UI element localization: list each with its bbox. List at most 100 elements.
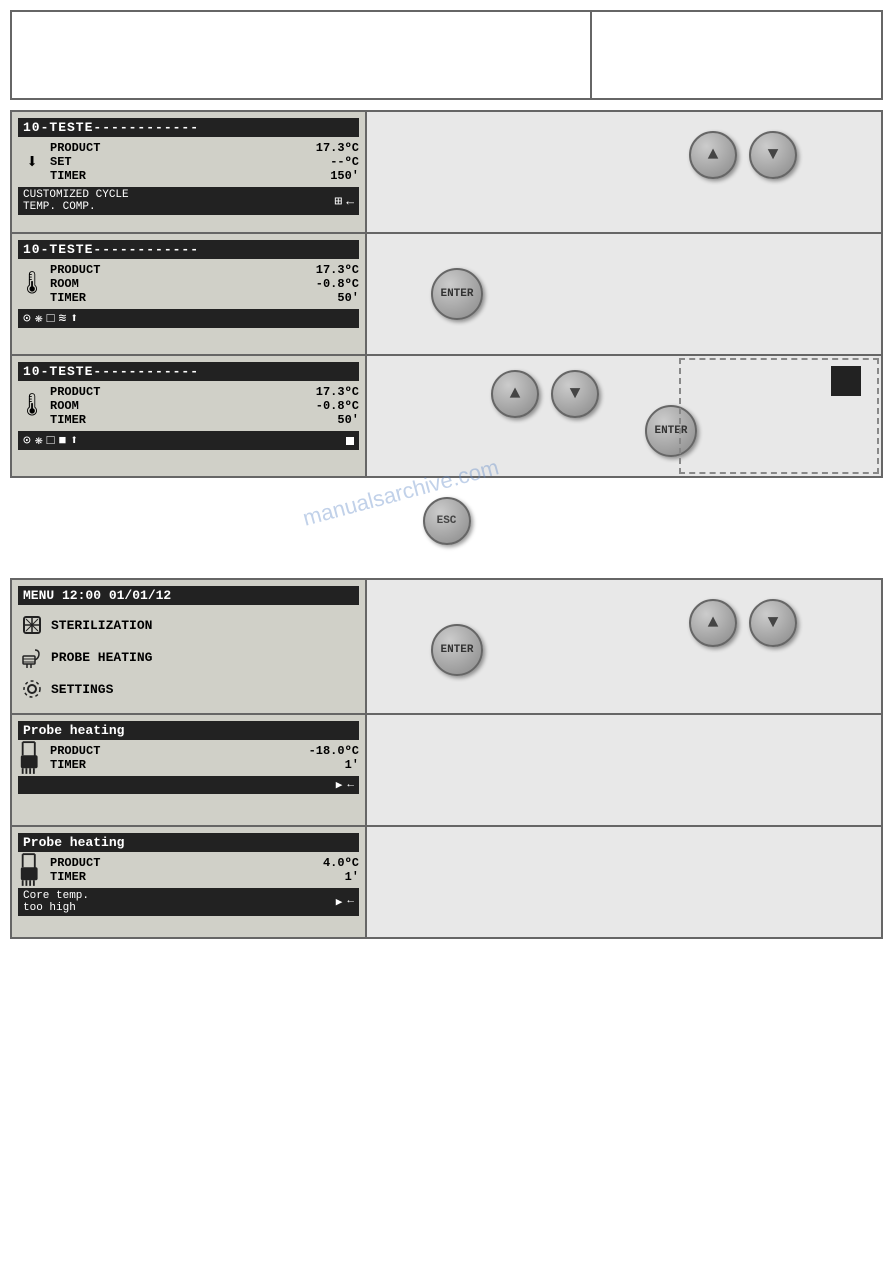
section2-footer: ⊙ ❋ □ ≋ ⬆ — [18, 309, 359, 328]
probe1-footer: ▶ ← — [18, 776, 359, 794]
section3-room-label: ROOM — [50, 399, 79, 413]
section1-text-block: PRODUCT 17.3ºC SET --ºC TIMER 150' — [50, 141, 359, 183]
section3-product-value: 17.3ºC — [316, 385, 359, 399]
section3-timer-label: TIMER — [50, 413, 86, 427]
up2-icon: ⬆ — [70, 433, 78, 448]
section1-down-button[interactable]: ▼ — [749, 131, 797, 179]
section1-footer-label: CUSTOMIZED CYCLE TEMP. COMP. — [23, 189, 129, 213]
probe2-lcd: Probe heating PRO — [12, 827, 367, 937]
top-panel — [10, 10, 883, 100]
section2-footer-icons: ⊙ ❋ □ ≋ ⬆ — [23, 311, 78, 326]
thermometer-icon-2: 🌡 — [18, 270, 46, 298]
probe1-data: PRODUCT -18.0ºC TIMER 1' — [18, 744, 359, 772]
probe1-timer-value: 1' — [345, 758, 359, 772]
sterilization-icon — [18, 611, 46, 639]
section1-timer-row: TIMER 150' — [50, 169, 359, 183]
probe2-timer-row: TIMER 1' — [50, 870, 359, 884]
section2-controls: ENTER — [367, 234, 881, 354]
section1-product-row: PRODUCT 17.3ºC — [50, 141, 359, 155]
probe1-timer-row: TIMER 1' — [50, 758, 359, 772]
section1-footer: CUSTOMIZED CYCLE TEMP. COMP. ⊞ ← — [18, 187, 359, 215]
probe1-icon — [18, 744, 46, 772]
section3-enter-button[interactable]: ENTER — [645, 405, 697, 457]
probe1-product-label: PRODUCT — [50, 744, 100, 758]
menu-up-button[interactable]: ▲ — [689, 599, 737, 647]
section1-footer-icons: ⊞ ← — [334, 194, 354, 209]
probe1-section: Probe heating PRO — [10, 715, 883, 827]
section2-data: 🌡 PRODUCT 17.3ºC ROOM -0.8ºC TIMER 50' — [18, 263, 359, 305]
menu-item-probe-heating: PROBE HEATING — [18, 643, 359, 671]
probe-heating-icon — [18, 643, 46, 671]
section3-up-button[interactable]: ▲ — [491, 370, 539, 418]
probe2-product-label: PRODUCT — [50, 856, 100, 870]
section3-room-value: -0.8ºC — [316, 399, 359, 413]
wave2-icon: ≋ — [58, 311, 66, 326]
probe2-back-icon: ← — [347, 895, 354, 909]
section3-lcd: 10-TESTE------------ 🌡 PRODUCT 17.3ºC RO… — [12, 356, 367, 476]
section3-product-row: PRODUCT 17.3ºC — [50, 385, 359, 399]
probe2-footer-text: Core temp. too high — [23, 890, 89, 914]
section2-lcd: 10-TESTE------------ 🌡 PRODUCT 17.3ºC RO… — [12, 234, 367, 354]
circle2-icon: ⊙ — [23, 433, 31, 448]
probe2-timer-label: TIMER — [50, 870, 86, 884]
probe1-header: Probe heating — [18, 721, 359, 740]
section3-controls: ▲ ▼ ENTER — [367, 356, 881, 476]
menu-settings-label: SETTINGS — [51, 682, 113, 697]
probe1-lcd: Probe heating PRO — [12, 715, 367, 825]
section2-room-value: -0.8ºC — [316, 277, 359, 291]
section2-product-row: PRODUCT 17.3ºC — [50, 263, 359, 277]
section1-btn-group: ▲ ▼ — [685, 127, 801, 183]
menu-down-button[interactable]: ▼ — [749, 599, 797, 647]
asterisk-icon: ❋ — [35, 311, 43, 326]
section2-product-label: PRODUCT — [50, 263, 100, 277]
black-square — [831, 366, 861, 396]
section3-header: 10-TESTE------------ — [18, 362, 359, 381]
probe2-footer-icons: ▶ ← — [336, 895, 354, 909]
probe1-product-row: PRODUCT -18.0ºC — [50, 744, 359, 758]
section3-timer-value: 50' — [337, 413, 359, 427]
probe2-product-value: 4.0ºC — [323, 856, 359, 870]
probe2-footer: Core temp. too high ▶ ← — [18, 888, 359, 916]
section3-text-block: PRODUCT 17.3ºC ROOM -0.8ºC TIMER 50' — [50, 385, 359, 427]
section1-timer-label: TIMER — [50, 169, 86, 183]
menu-lcd: MENU 12:00 01/01/12 STERILIZATION — [12, 580, 367, 713]
menu-sterilization-label: STERILIZATION — [51, 618, 152, 633]
menu-controls: ▲ ▼ ENTER — [367, 580, 881, 713]
probe2-data: PRODUCT 4.0ºC TIMER 1' — [18, 856, 359, 884]
section1-set-label: SET — [50, 155, 72, 169]
section3-product-label: PRODUCT — [50, 385, 100, 399]
section1-set-value: --ºC — [330, 155, 359, 169]
section2-timer-row: TIMER 50' — [50, 291, 359, 305]
esc-button[interactable]: ESC — [423, 497, 471, 545]
probe1-product-value: -18.0ºC — [309, 744, 359, 758]
probe1-back-icon: ← — [347, 779, 354, 791]
section2-timer-value: 50' — [337, 291, 359, 305]
top-panel-left — [12, 12, 592, 98]
section1-product-value: 17.3ºC — [316, 141, 359, 155]
section2-text-block: PRODUCT 17.3ºC ROOM -0.8ºC TIMER 50' — [50, 263, 359, 305]
top-panel-right — [592, 12, 881, 98]
back-icon: ← — [346, 194, 354, 209]
group-separator — [10, 564, 883, 578]
probe2-play-icon: ▶ — [336, 895, 343, 909]
square2-icon: □ — [47, 433, 55, 448]
section2-room-label: ROOM — [50, 277, 79, 291]
section1-lcd: 10-TESTE------------ ⬇ PRODUCT 17.3ºC SE… — [12, 112, 367, 232]
probe2-controls — [367, 827, 881, 937]
section1-controls: ▲ ▼ — [367, 112, 881, 232]
menu-item-sterilization: STERILIZATION — [18, 611, 359, 639]
section1-timer-value: 150' — [330, 169, 359, 183]
section3-timer-row: TIMER 50' — [50, 413, 359, 427]
probe1-timer-label: TIMER — [50, 758, 86, 772]
section2-room-row: ROOM -0.8ºC — [50, 277, 359, 291]
probe2-icon — [18, 856, 46, 884]
circle-icon: ⊙ — [23, 311, 31, 326]
section1-up-button[interactable]: ▲ — [689, 131, 737, 179]
section2-enter-button[interactable]: ENTER — [431, 268, 483, 320]
menu-enter-button[interactable]: ENTER — [431, 624, 483, 676]
section2-row: 10-TESTE------------ 🌡 PRODUCT 17.3ºC RO… — [10, 234, 883, 356]
section3-down-button[interactable]: ▼ — [551, 370, 599, 418]
asterisk2-icon: ❋ — [35, 433, 43, 448]
probe1-play-icon: ▶ — [336, 778, 343, 792]
menu-section: MENU 12:00 01/01/12 STERILIZATION — [10, 578, 883, 715]
